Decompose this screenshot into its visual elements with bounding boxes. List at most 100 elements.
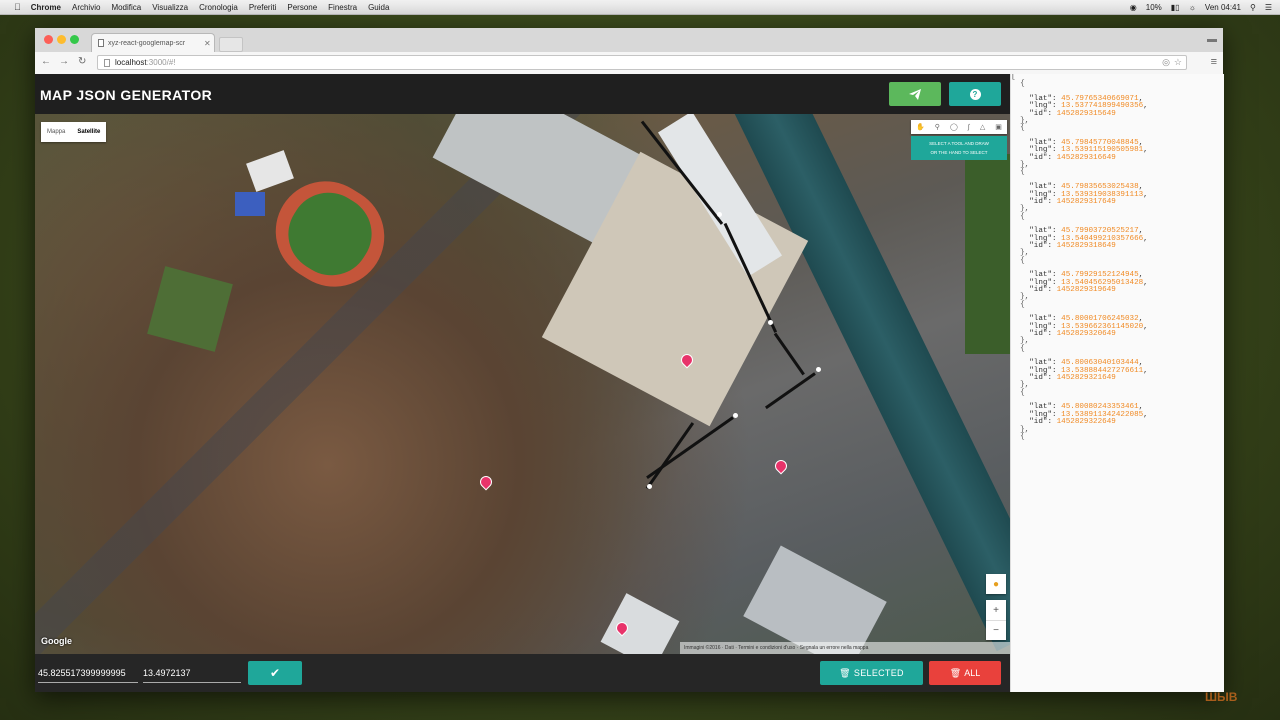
browser-tab[interactable]: xyz-react-googlemap-scr ✕ [91, 33, 215, 52]
close-window-button[interactable] [44, 35, 53, 44]
map-attribution[interactable]: Immagini ©2016 · Dati · Termini e condiz… [680, 642, 1010, 654]
json-object-close: }, [1020, 293, 1030, 302]
notifications-icon[interactable]: ☰ [1265, 3, 1272, 12]
grass-field [147, 266, 233, 352]
json-object-close: }, [1020, 117, 1030, 126]
url-host: localhost [115, 58, 147, 67]
json-bracket: [ [1011, 74, 1016, 81]
bottom-toolbar: 45.825517399999995 13.4972137 ✔ 🗑 SELECT… [35, 654, 1010, 692]
app-header: MAP JSON GENERATOR ? [35, 74, 1010, 114]
watermark: ШЫВ [1205, 690, 1238, 704]
drawn-path-segment [645, 422, 695, 490]
delete-all-button[interactable]: 🗑 ALL [929, 661, 1001, 685]
path-vertex[interactable] [647, 484, 652, 489]
drawing-toolbar: ✋ ⚲ ◯ ∫ △ ▣ [911, 120, 1007, 134]
send-button[interactable] [889, 82, 941, 106]
json-id: "id": 1452829315649 [1029, 109, 1116, 118]
menu-cronologia[interactable]: Cronologia [199, 3, 238, 12]
search-icon[interactable]: ⚲ [1250, 3, 1256, 12]
json-object-close: }, [1020, 249, 1030, 258]
json-object-close: }, [1020, 381, 1030, 390]
trash-icon: 🗑 [839, 667, 851, 678]
polyline-tool-icon[interactable]: ∫ [968, 124, 970, 131]
json-object-open: { [1020, 168, 1025, 177]
map-marker[interactable] [772, 457, 790, 475]
wifi-icon[interactable]: ☼ [1189, 3, 1196, 12]
json-object-close: }, [1020, 161, 1030, 170]
json-object-close: }, [1020, 425, 1030, 434]
map-type-satellite[interactable]: Satellite [71, 122, 106, 142]
question-icon: ? [969, 88, 981, 100]
satellite-map[interactable]: Mappa Satellite ✋ ⚲ ◯ ∫ △ ▣ SELECT A TOO… [35, 114, 1010, 654]
map-type-control: Mappa Satellite [41, 122, 107, 142]
drawing-hint: SELECT A TOOL AND DRAW OR THE HAND TO SE… [911, 136, 1007, 160]
json-object-open: { [1020, 388, 1025, 397]
minimize-window-button[interactable] [57, 35, 66, 44]
reload-icon[interactable]: ↻ [78, 56, 86, 67]
menu-finestra[interactable]: Finestra [328, 3, 357, 12]
menu-archivio[interactable]: Archivio [72, 3, 100, 12]
confirm-button[interactable]: ✔ [248, 661, 302, 685]
zoom-in-button[interactable]: + [986, 600, 1006, 620]
menu-guida[interactable]: Guida [368, 3, 389, 12]
bookmark-star-icon[interactable]: ☆ [1174, 57, 1182, 68]
location-icon[interactable]: ◎ [1162, 57, 1170, 68]
forward-icon[interactable]: → [59, 56, 69, 67]
json-object-open: { [1020, 300, 1025, 309]
pegman-icon[interactable]: ● [986, 574, 1006, 594]
json-id: "id": 1452829320649 [1029, 330, 1116, 339]
profile-icon[interactable]: ▬ [1207, 34, 1217, 45]
path-vertex[interactable] [768, 320, 773, 325]
record-icon[interactable]: ◉ [1130, 3, 1137, 12]
longitude-input[interactable]: 13.4972137 [143, 664, 241, 683]
factory-roof [743, 545, 887, 654]
menu-visualizza[interactable]: Visualizza [152, 3, 188, 12]
close-tab-icon[interactable]: ✕ [204, 39, 214, 48]
latitude-input[interactable]: 45.825517399999995 [38, 664, 138, 683]
menu-preferiti[interactable]: Preferiti [249, 3, 277, 12]
polygon-tool-icon[interactable]: △ [980, 123, 985, 131]
json-object-open: { [1020, 432, 1025, 441]
menu-persone[interactable]: Persone [287, 3, 317, 12]
drawn-path-segment [773, 332, 805, 376]
path-vertex[interactable] [816, 367, 821, 372]
back-icon[interactable]: ← [41, 56, 51, 67]
json-object-close: }, [1020, 205, 1030, 214]
new-tab-button[interactable] [219, 37, 243, 52]
tab-bar: xyz-react-googlemap-scr ✕ ▬ [35, 28, 1223, 52]
hand-icon[interactable]: ✋ [916, 123, 925, 131]
apple-icon[interactable]:  [14, 2, 21, 12]
menu-chrome[interactable]: Chrome [31, 3, 61, 12]
json-id: "id": 1452829322649 [1029, 418, 1116, 427]
path-vertex[interactable] [733, 413, 738, 418]
marker-tool-icon[interactable]: ⚲ [935, 123, 940, 131]
json-lines: [ { "lat": 45.79765340669071, "lng": 13.… [1011, 74, 1224, 441]
menu-modifica[interactable]: Modifica [111, 3, 141, 12]
rectangle-tool-icon[interactable]: ▣ [995, 123, 1002, 131]
json-object-open: { [1020, 124, 1025, 133]
json-output-panel[interactable]: [ { "lat": 45.79765340669071, "lng": 13.… [1010, 74, 1224, 692]
drawn-path-segment [764, 372, 816, 410]
delete-selected-label: SELECTED [853, 668, 904, 678]
pitch [274, 178, 386, 290]
clock[interactable]: Ven 04:41 [1205, 3, 1241, 12]
map-marker[interactable] [477, 473, 495, 491]
url-input[interactable]: localhost:3000/#! ◎ ☆ [97, 55, 1187, 70]
app-page: MAP JSON GENERATOR ? Mappa Satellite ✋ ⚲… [35, 74, 1224, 692]
paper-plane-icon [909, 88, 921, 100]
page-info-icon[interactable] [104, 58, 110, 67]
json-id: "id": 1452829317649 [1029, 197, 1116, 206]
zoom-out-button[interactable]: − [986, 621, 1006, 640]
circle-tool-icon[interactable]: ◯ [950, 123, 958, 131]
help-button[interactable]: ? [949, 82, 1001, 106]
zoom-window-button[interactable] [70, 35, 79, 44]
chrome-menu-icon[interactable]: ≡ [1211, 56, 1217, 68]
delete-selected-button[interactable]: 🗑 SELECTED [820, 661, 923, 685]
building [235, 192, 265, 216]
building [246, 150, 294, 192]
map-type-mappa[interactable]: Mappa [41, 122, 71, 142]
path-vertex[interactable] [717, 212, 722, 217]
check-icon: ✔ [269, 666, 281, 680]
battery-icon[interactable]: ▮▯ [1171, 3, 1180, 12]
json-id: "id": 1452829318649 [1029, 241, 1116, 250]
